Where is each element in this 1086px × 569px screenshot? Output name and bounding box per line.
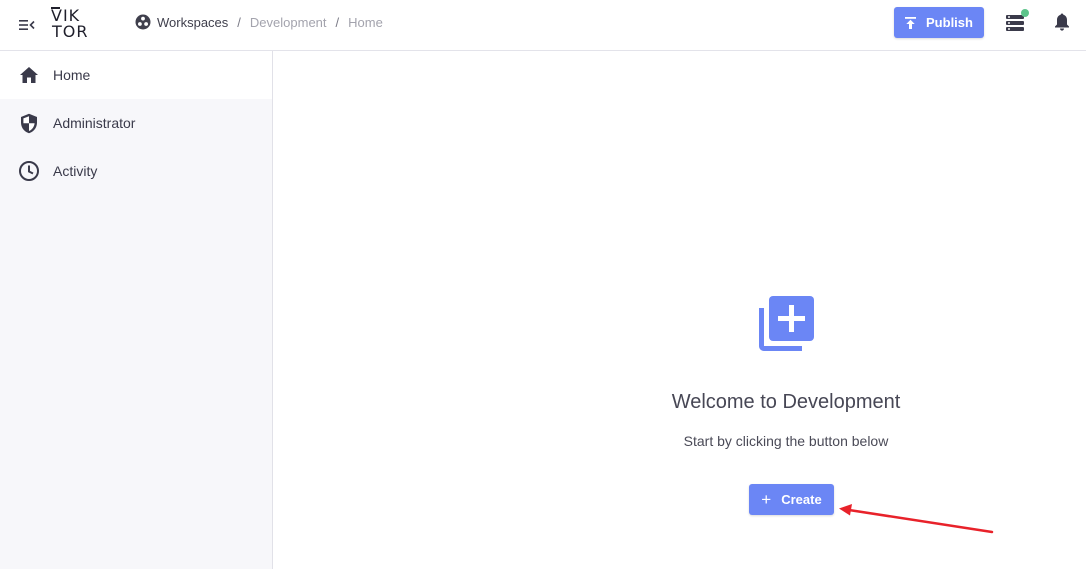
sidebar-item-label: Administrator [53,115,136,131]
breadcrumb-workspaces[interactable]: Workspaces [157,15,228,30]
sidebar-item-label: Activity [53,163,98,179]
bell-icon[interactable] [1054,13,1074,33]
publish-button[interactable]: Publish [894,7,984,38]
create-button[interactable]: + Create [749,484,834,515]
viktor-logo[interactable]: VIK TOR [50,6,94,42]
welcome-subtitle: Start by clicking the button below [683,433,889,449]
server-stack-icon [1006,15,1024,36]
clock-icon [18,160,40,182]
create-label: Create [781,492,822,507]
home-icon [18,64,40,86]
main-content: Welcome to Development Start by clicking… [273,51,1086,569]
workspaces-icon [135,14,151,30]
breadcrumb-home: Home [348,14,383,30]
sidebar-item-activity[interactable]: Activity [0,147,272,195]
breadcrumb-separator: / [237,14,241,30]
menu-collapse-icon[interactable] [15,13,39,37]
breadcrumb-development[interactable]: Development [250,15,327,30]
annotation-arrow [839,504,994,534]
breadcrumb-separator: / [335,14,340,30]
sidebar-item-label: Home [53,67,91,83]
status-indicator [1021,9,1029,17]
sidebar-item-administrator[interactable]: Administrator [0,99,272,147]
environments-button[interactable] [1004,9,1030,36]
breadcrumb: Workspaces / Development / Home [135,12,383,32]
shield-icon [18,112,40,134]
welcome-title: Welcome to Development [671,391,901,413]
plus-icon: + [761,490,772,509]
top-bar: VIK TOR Workspaces / Development / Home … [0,0,1086,51]
upload-icon [905,16,917,29]
sidebar-item-home[interactable]: Home [0,51,272,99]
sidebar: Home Administrator Activity [0,51,273,569]
logo-line-2: TOR [52,22,89,41]
publish-label: Publish [926,15,973,30]
add-to-library-icon [757,295,815,353]
